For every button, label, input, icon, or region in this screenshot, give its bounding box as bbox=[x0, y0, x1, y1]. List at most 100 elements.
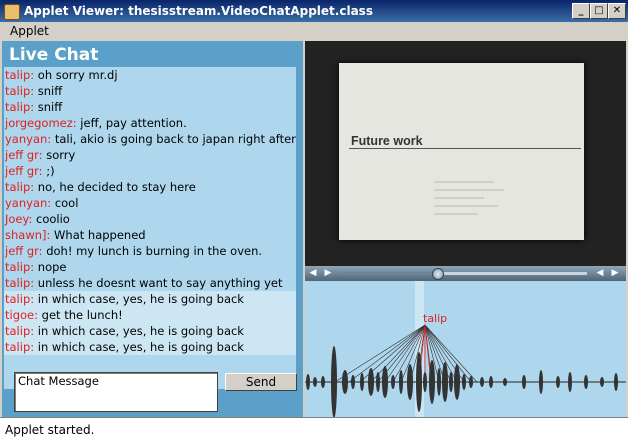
window-title: Applet Viewer: thesisstream.VideoChatApp… bbox=[24, 4, 373, 18]
video-player[interactable]: Future work bbox=[305, 41, 626, 266]
activity-mark bbox=[351, 375, 355, 389]
chat-text: What happened bbox=[50, 228, 146, 242]
chat-message: talip: oh sorry mr.dj bbox=[4, 67, 296, 83]
chat-text: no, he decided to stay here bbox=[34, 180, 196, 194]
timeline-graph: talip bbox=[305, 281, 626, 417]
chat-text: tali, akio is going back to japan right … bbox=[54, 132, 296, 146]
activity-mark bbox=[429, 360, 435, 404]
chat-text: in which case, yes, he is going back bbox=[34, 340, 244, 354]
chat-message: tigoe: get the lunch! bbox=[4, 307, 296, 323]
chat-username: jorgegomez: bbox=[5, 116, 77, 130]
chat-message: talip: nope bbox=[4, 259, 296, 275]
chat-username: talip: bbox=[5, 324, 35, 338]
activity-mark bbox=[360, 373, 364, 391]
chat-log[interactable]: talip: oh sorry mr.dj talip: sniff talip: … bbox=[4, 67, 296, 389]
play-icon[interactable]: ▶ bbox=[323, 268, 333, 279]
java-cup-icon bbox=[4, 4, 20, 20]
volume-icon[interactable]: ◀ bbox=[308, 268, 318, 279]
chat-message: shawn]: What happened bbox=[4, 227, 296, 243]
slide-bullet bbox=[434, 205, 498, 207]
activity-mark bbox=[503, 378, 507, 386]
minimize-button[interactable]: _ bbox=[572, 3, 590, 19]
activity-mark bbox=[454, 364, 460, 400]
activity-mark bbox=[614, 373, 618, 391]
chat-message: talip: sniff bbox=[4, 83, 296, 99]
chat-text: jeff, pay attention. bbox=[76, 116, 187, 130]
activity-mark bbox=[480, 377, 484, 387]
activity-mark bbox=[469, 376, 473, 388]
activity-mark bbox=[368, 368, 374, 396]
activity-mark bbox=[331, 346, 337, 417]
chat-username: talip: bbox=[5, 292, 35, 306]
activity-mark bbox=[449, 372, 453, 392]
activity-mark bbox=[539, 370, 543, 394]
activity-mark bbox=[442, 362, 448, 402]
slide-bullet bbox=[434, 197, 484, 199]
activity-mark bbox=[306, 374, 310, 390]
chat-message: talip: unless he doesnt want to say anyt… bbox=[4, 275, 296, 291]
seek-thumb[interactable] bbox=[431, 268, 444, 280]
chat-message: talip: no, he decided to stay here bbox=[4, 179, 296, 195]
maximize-button[interactable]: □ bbox=[590, 3, 608, 19]
chat-username: shawn]: bbox=[5, 228, 51, 242]
chat-message: talip: in which case, yes, he is going b… bbox=[4, 291, 296, 307]
slide-bullet bbox=[434, 181, 494, 183]
chat-message-input[interactable]: Chat Message bbox=[14, 372, 218, 412]
chat-text: unless he doesnt want to say anything ye… bbox=[34, 276, 283, 290]
chat-username: talip: bbox=[5, 180, 35, 194]
chat-message: yanyan: tali, akio is going back to japa… bbox=[4, 131, 296, 147]
activity-mark bbox=[407, 364, 413, 400]
activity-mark bbox=[462, 374, 466, 390]
activity-mark bbox=[416, 352, 422, 412]
chat-message: jorgegomez: jeff, pay attention. bbox=[4, 115, 296, 131]
chat-username: jeff gr: bbox=[5, 244, 43, 258]
close-button[interactable]: ✕ bbox=[608, 3, 626, 19]
chat-username: jeff gr: bbox=[5, 164, 43, 178]
chat-text: nope bbox=[34, 260, 67, 274]
presentation-slide: Future work bbox=[339, 63, 584, 240]
activity-mark bbox=[313, 377, 317, 387]
activity-mark bbox=[423, 372, 427, 392]
chat-username: talip: bbox=[5, 68, 35, 82]
seek-progress bbox=[341, 272, 437, 275]
step-forward-icon[interactable]: ▶ bbox=[610, 268, 620, 279]
activity-mark bbox=[568, 372, 572, 392]
chat-panel: Live Chat talip: oh sorry mr.dj talip: sn… bbox=[2, 41, 303, 417]
chat-title: Live Chat bbox=[9, 45, 99, 65]
activity-mark bbox=[556, 376, 560, 388]
activity-mark bbox=[342, 370, 348, 394]
activity-mark bbox=[399, 370, 403, 394]
send-button[interactable]: Send bbox=[225, 373, 297, 391]
chat-message: yanyan: cool bbox=[4, 195, 296, 211]
slide-divider bbox=[349, 148, 581, 149]
window-titlebar[interactable]: Applet Viewer: thesisstream.VideoChatApp… bbox=[0, 0, 628, 22]
chat-message: jeff gr: sorry bbox=[4, 147, 296, 163]
activity-mark bbox=[391, 375, 395, 389]
chat-text: ;) bbox=[42, 164, 55, 178]
chat-text: get the lunch! bbox=[38, 308, 123, 322]
chat-text: doh! my lunch is burning in the oven. bbox=[42, 244, 263, 258]
seek-bar[interactable] bbox=[341, 268, 587, 280]
chat-text: sorry bbox=[42, 148, 76, 162]
chat-username: yanyan: bbox=[5, 196, 52, 210]
activity-mark bbox=[437, 368, 441, 396]
chat-username: talip: bbox=[5, 84, 35, 98]
status-text: Applet started. bbox=[5, 423, 95, 437]
activity-mark bbox=[376, 372, 380, 392]
chat-message: jeff gr: ;) bbox=[4, 163, 296, 179]
chat-text: sniff bbox=[34, 84, 63, 98]
chat-username: talip: bbox=[5, 260, 35, 274]
chat-text: oh sorry mr.dj bbox=[34, 68, 118, 82]
chat-message: Joey: coolio bbox=[4, 211, 296, 227]
chat-username: talip: bbox=[5, 100, 35, 114]
chat-timeline[interactable]: talip bbox=[305, 281, 626, 417]
chat-username: jeff gr: bbox=[5, 148, 43, 162]
step-back-icon[interactable]: ◀ bbox=[595, 268, 605, 279]
menu-bar: Applet bbox=[0, 22, 628, 40]
menu-applet[interactable]: Applet bbox=[10, 24, 49, 38]
chat-text: sniff bbox=[34, 100, 63, 114]
activity-mark bbox=[489, 376, 493, 388]
chat-text: cool bbox=[51, 196, 79, 210]
chat-text: in which case, yes, he is going back bbox=[34, 324, 244, 338]
timeline-user-label: talip bbox=[423, 312, 447, 325]
